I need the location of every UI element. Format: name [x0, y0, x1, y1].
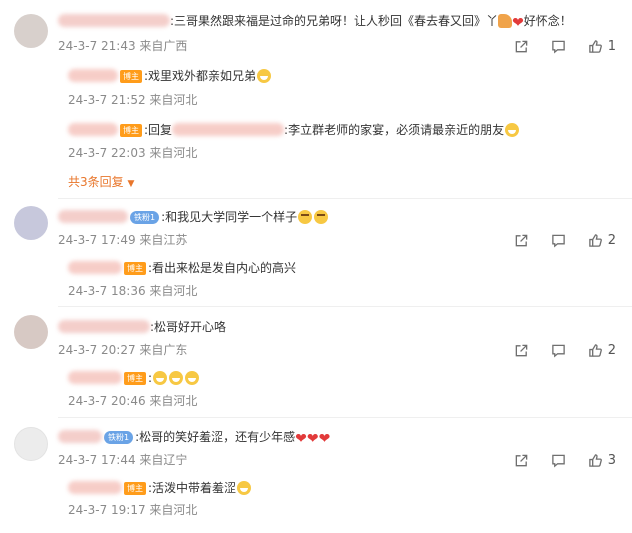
reply-content: 博主:活泼中带着羞涩 [68, 479, 252, 497]
avatar[interactable] [14, 14, 48, 48]
reply-content: 博主:回复:李立群老师的家宴，必须请最亲近的朋友 [68, 121, 520, 139]
reply-time: 24-3-7 21:52 来自河北 [68, 93, 198, 107]
share-button[interactable] [514, 343, 529, 358]
comment-icon [551, 454, 565, 468]
comment-actions: 2 [514, 341, 616, 359]
grin-emoji [237, 481, 252, 495]
grin-emoji [505, 123, 520, 137]
divider [58, 198, 632, 199]
comment-content: :三哥果然跟来福是过命的兄弟呀！让人秒回《春去春又回》丫 ❤好怀念！ [58, 12, 572, 30]
comment-icon [551, 234, 565, 248]
grin-emoji [169, 371, 184, 385]
reply-time: 24-3-7 22:03 来自河北 [68, 146, 198, 160]
reply-time: 24-3-7 19:17 来自河北 [68, 503, 198, 517]
like-button[interactable]: 1 [588, 39, 616, 54]
chevron-down-icon: ▼ [127, 179, 135, 189]
like-icon [588, 233, 602, 247]
comment-content: :松哥好开心咯 [58, 318, 226, 336]
blogger-badge: 博主 [120, 124, 142, 137]
username[interactable] [68, 371, 122, 384]
comment-time: 24-3-7 21:43 来自广西 [58, 39, 188, 53]
like-count: 2 [607, 342, 616, 358]
avatar[interactable] [14, 427, 48, 461]
blogger-badge: 博主 [124, 262, 146, 275]
heart-emoji: ❤ [295, 431, 307, 447]
cry-emoji [314, 210, 329, 224]
share-icon [515, 344, 528, 356]
share-icon [515, 234, 528, 246]
comment-button[interactable] [551, 453, 566, 468]
share-button[interactable] [514, 39, 529, 54]
comment-time: 24-3-7 17:49 来自江苏 [58, 233, 188, 247]
reply-content: 博主:戏里戏外都亲如兄弟 [68, 67, 272, 85]
comment-actions: 2 [514, 231, 616, 249]
heart-emoji: ❤ [512, 15, 524, 31]
comment-content: 铁粉1:和我见大学同学一个样子 [58, 208, 329, 226]
comment-actions: 1 [514, 37, 616, 55]
blogger-badge: 博主 [124, 372, 146, 385]
share-button[interactable] [514, 453, 529, 468]
blogger-badge: 博主 [120, 70, 142, 83]
reply-time: 24-3-7 20:46 来自河北 [68, 394, 198, 408]
share-icon [515, 454, 528, 466]
username[interactable] [68, 123, 118, 136]
reply-content: 博主:看出来松是发自内心的高兴 [68, 259, 296, 277]
username[interactable] [68, 69, 118, 82]
grin-emoji [153, 371, 168, 385]
like-icon [588, 343, 602, 357]
share-icon [515, 40, 528, 52]
username[interactable] [68, 261, 122, 274]
avatar[interactable] [14, 206, 48, 240]
comment-button[interactable] [551, 343, 566, 358]
fan-badge: 铁粉1 [104, 431, 134, 444]
username[interactable] [68, 481, 122, 494]
comment-icon [551, 344, 565, 358]
comment-actions: 3 [514, 451, 616, 469]
comment-button[interactable] [551, 39, 566, 54]
rooster-emoji [498, 14, 513, 28]
mention-username[interactable] [172, 123, 285, 136]
like-button[interactable]: 2 [588, 343, 616, 358]
like-icon [588, 39, 602, 53]
share-button[interactable] [514, 233, 529, 248]
comment-time: 24-3-7 20:27 来自广东 [58, 343, 188, 357]
grin-emoji [257, 69, 272, 83]
more-replies-link[interactable]: 共3条回复 ▼ [68, 173, 134, 190]
like-button[interactable]: 2 [588, 233, 616, 248]
divider [58, 306, 632, 307]
username[interactable] [58, 14, 170, 27]
grin-emoji [185, 371, 200, 385]
comment-icon [551, 40, 565, 54]
avatar[interactable] [14, 315, 48, 349]
username[interactable] [58, 320, 150, 333]
blogger-badge: 博主 [124, 482, 146, 495]
divider [58, 417, 632, 418]
comment-time: 24-3-7 17:44 来自辽宁 [58, 453, 188, 467]
like-count: 1 [607, 38, 616, 54]
fan-badge: 铁粉1 [130, 211, 160, 224]
cry-emoji [298, 210, 313, 224]
comment-content: 铁粉1:松哥的笑好羞涩，还有少年感❤❤❤ [58, 428, 330, 446]
like-count: 3 [607, 452, 616, 468]
heart-emoji: ❤ [306, 431, 319, 447]
reply-content: 博主: [68, 369, 200, 387]
username[interactable] [58, 430, 102, 443]
like-button[interactable]: 3 [588, 453, 616, 468]
comment-button[interactable] [551, 233, 566, 248]
reply-time: 24-3-7 18:36 来自河北 [68, 284, 198, 298]
like-icon [588, 453, 602, 467]
username[interactable] [58, 210, 128, 223]
like-count: 2 [607, 232, 616, 248]
heart-emoji: ❤ [318, 431, 331, 447]
